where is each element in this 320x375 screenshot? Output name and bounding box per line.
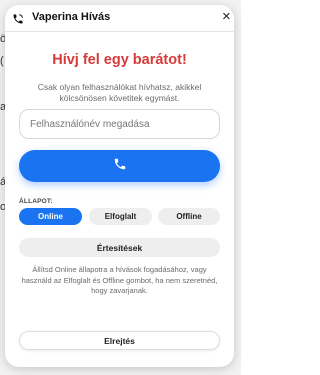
call-button[interactable]	[19, 150, 220, 182]
close-icon[interactable]: ×	[222, 8, 231, 26]
status-online-button[interactable]: Online	[19, 208, 82, 225]
invite-description: Csak olyan felhasználókat hívhatsz, akik…	[37, 82, 202, 103]
invite-heading: Hívj fel egy barátot!	[52, 52, 187, 68]
notifications-button[interactable]: Értesítések	[19, 238, 220, 257]
status-label: ÁLLAPOT:	[19, 198, 53, 205]
status-selector: Online Elfoglalt Offline	[19, 208, 220, 225]
status-offline-button[interactable]: Offline	[158, 208, 220, 225]
header-divider	[5, 31, 234, 32]
background-text-fragment: (	[0, 55, 4, 67]
status-busy-button[interactable]: Elfoglalt	[89, 208, 152, 225]
phone-icon	[113, 157, 127, 176]
panel-header: Vaperina Hívás ×	[5, 5, 234, 31]
call-panel: Vaperina Hívás × Hívj fel egy barátot! C…	[5, 5, 234, 367]
hide-button[interactable]: Elrejtés	[19, 331, 220, 350]
phone-icon	[12, 12, 24, 24]
panel-title: Vaperina Hívás	[32, 11, 111, 23]
username-input[interactable]	[19, 109, 220, 139]
status-hint: Állítsd Online állapotra a hívások fogad…	[21, 265, 218, 295]
